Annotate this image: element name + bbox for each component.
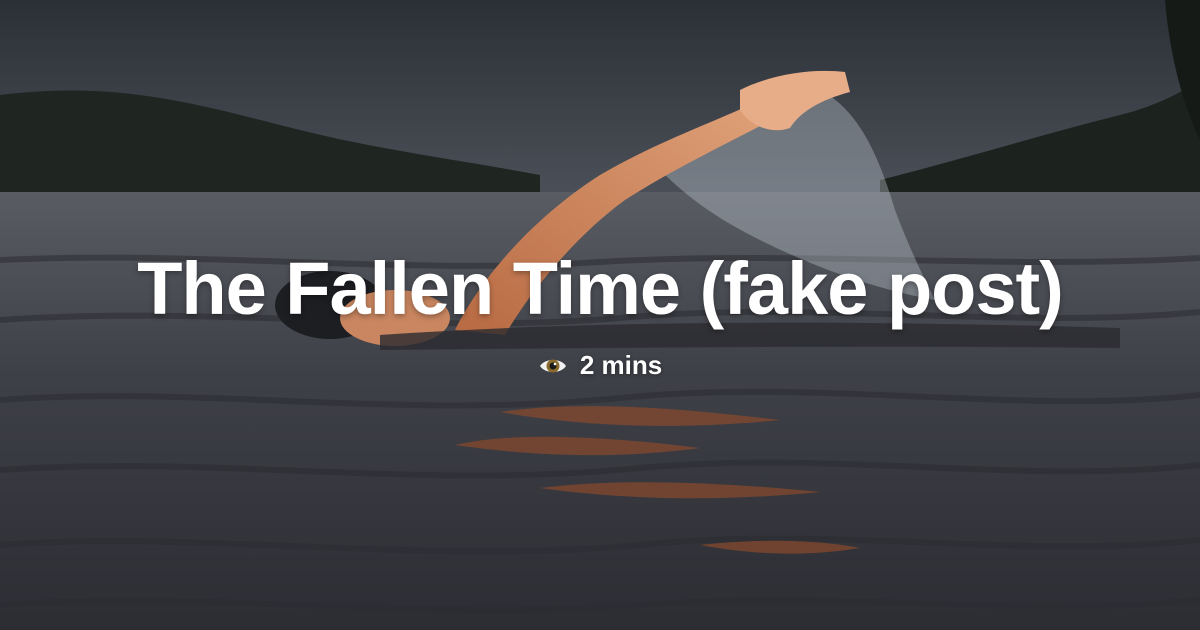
social-share-card: The Fallen Time (fake post) 2 mins <box>0 0 1200 630</box>
eye-icon <box>539 359 566 372</box>
post-title: The Fallen Time (fake post) <box>137 247 1064 330</box>
title-overlay: The Fallen Time (fake post) 2 mins <box>0 0 1200 630</box>
reading-time-label: 2 mins <box>579 350 663 380</box>
reading-time: 2 mins <box>538 350 662 381</box>
